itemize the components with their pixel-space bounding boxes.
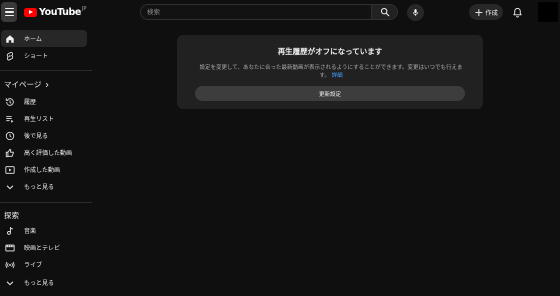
search-button[interactable] bbox=[372, 4, 398, 20]
create-label: 作成 bbox=[485, 9, 498, 17]
notice-body: 設定を変更して、あなたに合った最新動画が表示されるようにすることができます。変更… bbox=[197, 64, 465, 80]
sidebar-item-history[interactable]: 履歴 bbox=[1, 93, 87, 110]
shorts-icon bbox=[5, 51, 15, 61]
sidebar-item-label: 再生リスト bbox=[24, 116, 55, 123]
logo-text: YouTube bbox=[39, 7, 81, 18]
sidebar-item-liked-videos[interactable]: 高く評価した動画 bbox=[1, 144, 87, 161]
search-input[interactable] bbox=[147, 7, 365, 17]
top-bar: YouTube JP + 作成 bbox=[0, 0, 560, 26]
thumbs-up-icon bbox=[5, 148, 15, 158]
sidebar-item-label: 高く評価した動画 bbox=[24, 150, 73, 157]
history-off-notice: 再生履歴がオフになっています 設定を変更して、あなたに合った最新動画が表示される… bbox=[177, 35, 483, 109]
sidebar-item-label: ライブ bbox=[24, 262, 43, 269]
music-icon bbox=[5, 226, 15, 236]
voice-search-button[interactable] bbox=[407, 4, 424, 21]
film-icon bbox=[5, 243, 15, 253]
sidebar-item-label: もっと見る bbox=[24, 280, 55, 287]
sidebar-item-label: 後で見る bbox=[24, 133, 49, 140]
video-icon bbox=[5, 165, 15, 175]
history-icon bbox=[5, 97, 15, 107]
home-icon bbox=[5, 34, 15, 44]
live-icon bbox=[5, 260, 15, 270]
plus-icon: + bbox=[474, 5, 484, 19]
chevron-down-icon bbox=[5, 278, 15, 288]
details-link[interactable]: 詳細 bbox=[332, 73, 343, 79]
menu-button[interactable] bbox=[1, 2, 17, 22]
sidebar-item-show-more[interactable]: もっと見る bbox=[1, 178, 87, 195]
youtube-play-icon bbox=[24, 8, 37, 17]
sidebar-item-your-videos[interactable]: 作成した動画 bbox=[1, 161, 87, 178]
section-title: マイページ bbox=[4, 80, 42, 89]
explore-heading: 探索 bbox=[4, 210, 19, 221]
search-icon bbox=[380, 7, 389, 17]
hamburger-icon bbox=[4, 8, 14, 10]
sidebar-item-movies-tv[interactable]: 映画とテレビ bbox=[1, 239, 87, 256]
chevron-right-icon bbox=[46, 82, 49, 87]
sidebar-item-label: 履歴 bbox=[24, 99, 37, 106]
section-title: 探索 bbox=[4, 211, 19, 220]
divider bbox=[0, 70, 92, 71]
notifications-button[interactable] bbox=[510, 5, 524, 19]
sidebar-item-label: 映画とテレビ bbox=[24, 245, 61, 252]
notice-title: 再生履歴がオフになっています bbox=[277, 47, 383, 56]
chevron-down-icon bbox=[5, 182, 15, 192]
youtube-logo[interactable]: YouTube JP bbox=[24, 5, 87, 18]
sidebar-item-show-more-explore[interactable]: もっと見る bbox=[1, 274, 87, 291]
search-box bbox=[140, 4, 372, 20]
sidebar-item-label: ショート bbox=[24, 53, 49, 60]
sidebar-item-label: ホーム bbox=[24, 36, 42, 43]
my-page-heading[interactable]: マイページ bbox=[4, 79, 50, 90]
create-button[interactable]: + 作成 bbox=[469, 4, 503, 20]
region-label: JP bbox=[81, 5, 87, 12]
sidebar-item-watch-later[interactable]: 後で見る bbox=[1, 127, 87, 144]
divider bbox=[0, 202, 92, 203]
sidebar-item-label: 作成した動画 bbox=[24, 167, 61, 174]
microphone-icon bbox=[412, 9, 419, 16]
avatar[interactable] bbox=[538, 2, 558, 22]
sidebar-item-music[interactable]: 音楽 bbox=[1, 222, 87, 239]
sidebar-item-label: もっと見る bbox=[24, 184, 55, 191]
sidebar-item-shorts[interactable]: ショート bbox=[1, 47, 87, 64]
sidebar-item-label: 音楽 bbox=[24, 228, 37, 235]
update-settings-button[interactable]: 更新設定 bbox=[195, 86, 465, 101]
bell-icon bbox=[512, 7, 522, 18]
sidebar: ホーム ショート マイページ 履歴 再生リスト 後で見る 高く評価した動画 作成… bbox=[0, 26, 92, 296]
clock-icon bbox=[5, 131, 15, 141]
sidebar-item-home[interactable]: ホーム bbox=[1, 30, 87, 47]
sidebar-item-playlists[interactable]: 再生リスト bbox=[1, 110, 87, 127]
sidebar-item-live[interactable]: ライブ bbox=[1, 256, 87, 273]
playlist-icon bbox=[5, 114, 15, 124]
